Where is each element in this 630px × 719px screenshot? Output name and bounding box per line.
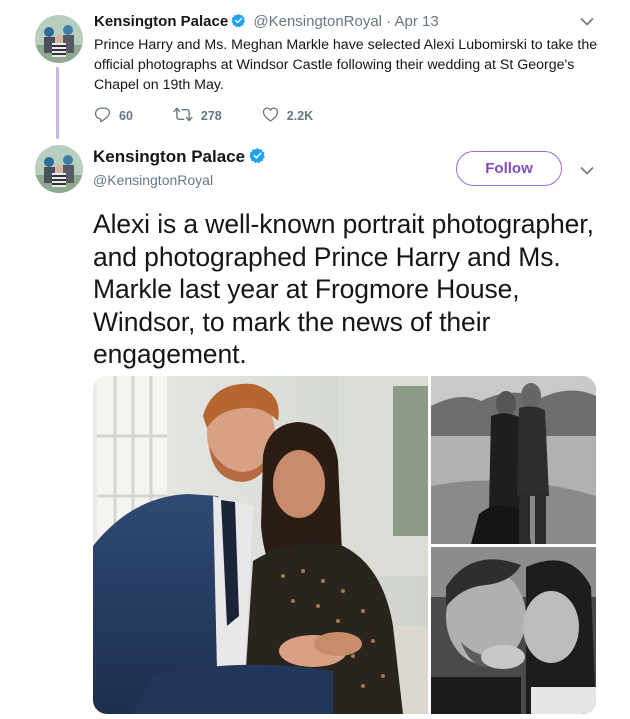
meta-separator: · [386, 13, 392, 30]
media-grid [93, 376, 596, 714]
verified-badge-icon [231, 13, 246, 32]
tweet1-text: Prince Harry and Ms. Meghan Markle have … [94, 37, 598, 93]
like-icon [262, 106, 287, 126]
retweet-count: 278 [200, 109, 222, 123]
retweet-icon [173, 106, 201, 126]
reply-button[interactable]: 60 [94, 106, 133, 126]
reply-icon [94, 106, 119, 126]
photo-bottom-right[interactable] [431, 547, 596, 714]
tweet2-author-name[interactable]: Kensington Palace [93, 147, 269, 169]
tweet2-text: Alexi is a well-known portrait photograp… [93, 209, 594, 369]
tweet1-header: Kensington Palace @KensingtonRoyal · Apr… [94, 13, 439, 32]
tweet1-timestamp[interactable]: Apr 13 [395, 13, 439, 30]
retweet-button[interactable]: 278 [173, 106, 222, 126]
tweet1-handle[interactable]: @KensingtonRoyal [253, 13, 382, 30]
follow-button[interactable]: Follow [456, 151, 562, 186]
tweet1-actions: 60 278 2.2K [94, 106, 353, 126]
verified-badge-icon [249, 147, 266, 169]
avatar[interactable] [35, 15, 83, 63]
reply-count: 60 [119, 109, 133, 123]
avatar[interactable] [35, 145, 83, 193]
like-button[interactable]: 2.2K [262, 106, 313, 126]
tweet1-author-name[interactable]: Kensington Palace [94, 13, 228, 30]
thread-line [56, 67, 59, 139]
photo-top-right[interactable] [431, 376, 596, 544]
chevron-down-icon[interactable] [580, 14, 594, 32]
chevron-down-icon[interactable] [580, 163, 594, 181]
like-count: 2.2K [286, 109, 314, 123]
photo-main[interactable] [93, 376, 428, 714]
tweet2-handle[interactable]: @KensingtonRoyal [93, 172, 213, 188]
tweet2-author-name-text: Kensington Palace [93, 147, 246, 166]
